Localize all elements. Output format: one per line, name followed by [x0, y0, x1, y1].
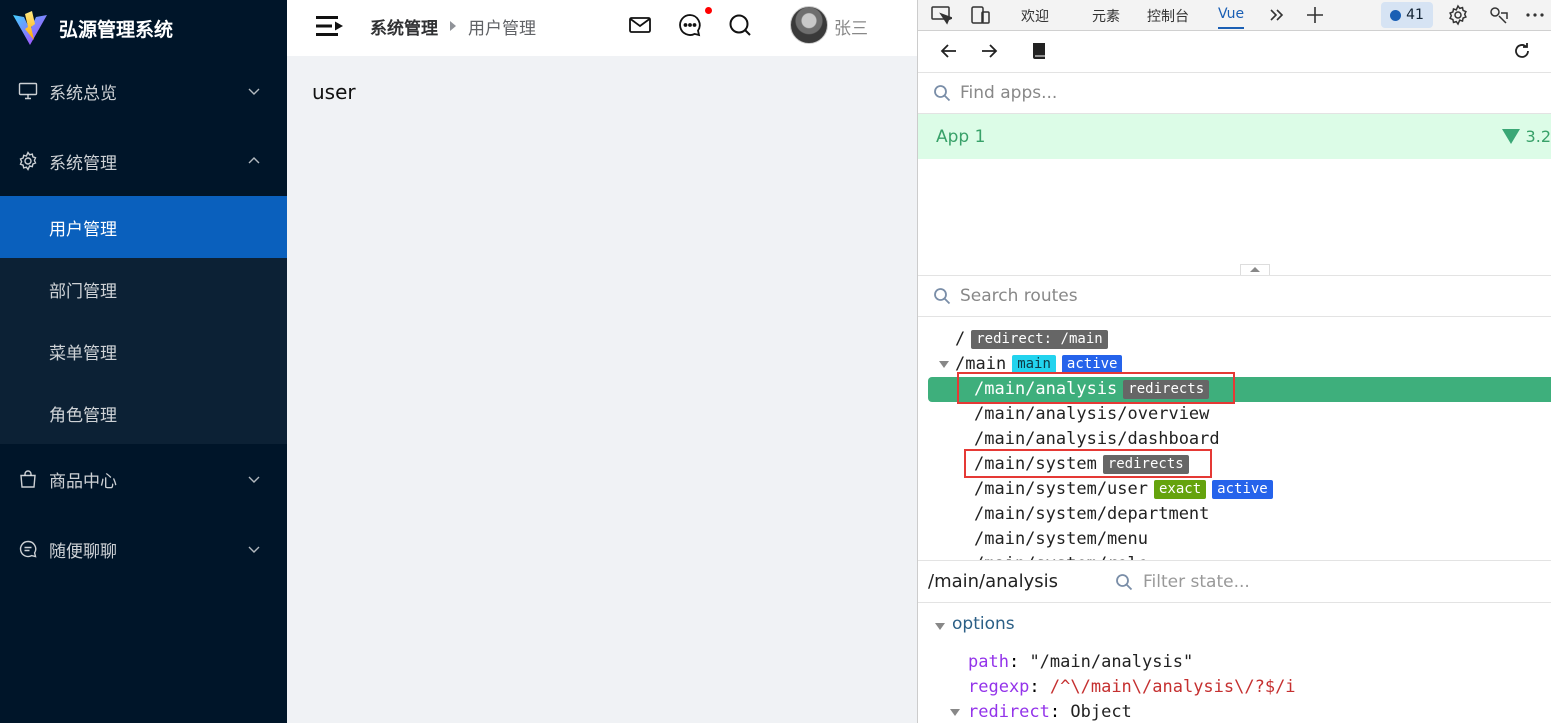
- menu-fold-icon[interactable]: [315, 13, 345, 39]
- refresh-icon[interactable]: [1512, 41, 1532, 61]
- notification-dot: [705, 7, 712, 14]
- message-icon: [1390, 9, 1402, 21]
- page-content: user: [312, 80, 356, 104]
- device-toggle-icon[interactable]: [970, 4, 992, 26]
- highlight-box: [957, 372, 1235, 404]
- menu-item-chat[interactable]: 随便聊聊: [0, 514, 287, 584]
- route-tag: redirect: /main: [971, 330, 1108, 349]
- state-section-title[interactable]: options: [952, 614, 1015, 634]
- app-name: App 1: [936, 126, 986, 147]
- avatar[interactable]: [790, 6, 828, 44]
- search-icon: [1116, 574, 1133, 591]
- route-row[interactable]: /main/system/menu: [974, 527, 1148, 552]
- tab-console[interactable]: 控制台: [1147, 6, 1189, 26]
- app-title: 弘源管理系统: [59, 18, 174, 41]
- search-routes-placeholder: Search routes: [960, 286, 1078, 306]
- route-row[interactable]: /main/analysis/overview: [974, 402, 1209, 427]
- sidebar: 弘源管理系统 系统总览 系统管理 用户管理 部门管理 菜单管理 角色管理 商品中…: [0, 0, 287, 723]
- chat-icon: [19, 540, 37, 558]
- caret-down-icon[interactable]: [935, 623, 945, 630]
- tab-elements[interactable]: 元素: [1092, 6, 1120, 26]
- split-area: [918, 159, 1551, 276]
- chat-bubble-icon[interactable]: [677, 12, 703, 38]
- state-row: regexp: /^\/main\/analysis\/?$/i: [968, 677, 1296, 697]
- menu-item-label: 系统总览: [49, 83, 117, 104]
- gear-icon: [19, 151, 37, 171]
- brand: 弘源管理系统: [0, 0, 287, 56]
- more-tabs-icon[interactable]: [1266, 4, 1288, 26]
- find-apps-placeholder: Find apps...: [960, 83, 1058, 103]
- breadcrumb-current: 用户管理: [468, 18, 536, 39]
- arrow-right-icon[interactable]: [979, 41, 999, 61]
- mail-icon[interactable]: [627, 12, 653, 38]
- book-icon[interactable]: [1029, 41, 1049, 61]
- tab-vue[interactable]: Vue: [1218, 6, 1245, 29]
- route-row[interactable]: /main/system/role: [974, 552, 1148, 560]
- breadcrumb-separator-icon: [450, 21, 456, 31]
- breadcrumb-item[interactable]: 系统管理: [370, 14, 438, 39]
- app-row[interactable]: App 1 3.2: [918, 114, 1551, 159]
- state-inspector: options path: "/main/analysis" regexp: /…: [918, 603, 1551, 723]
- search-icon: [934, 288, 951, 305]
- selected-route-title: /main/analysis: [928, 571, 1058, 592]
- state-row[interactable]: redirect: Object: [968, 702, 1132, 722]
- sub-item-department[interactable]: 部门管理: [0, 258, 287, 320]
- route-tag: exact: [1154, 480, 1207, 499]
- breadcrumb: 系统管理 用户管理: [370, 0, 536, 52]
- caret-down-icon[interactable]: [950, 709, 960, 716]
- highlight-box: [964, 449, 1212, 478]
- devtools-tabbar: 欢迎 元素 控制台 Vue 41: [918, 0, 1551, 31]
- filter-state-input[interactable]: Filter state...: [1115, 572, 1250, 592]
- inspect-element-icon[interactable]: [930, 4, 952, 26]
- route-row[interactable]: / redirect: /main: [955, 327, 1108, 352]
- app-version: 3.2: [1501, 127, 1551, 146]
- user-name[interactable]: 张三: [834, 14, 868, 39]
- menu-item-overview[interactable]: 系统总览: [0, 56, 287, 126]
- menu-item-label: 随便聊聊: [49, 541, 117, 562]
- chevron-down-icon: [248, 88, 260, 95]
- search-routes-input[interactable]: Search routes: [918, 276, 1551, 317]
- sub-item-role[interactable]: 角色管理: [0, 382, 287, 444]
- search-icon: [934, 85, 951, 102]
- add-tab-icon[interactable]: [1304, 4, 1326, 26]
- chevron-down-icon: [248, 546, 260, 553]
- search-icon[interactable]: [727, 12, 753, 38]
- chevron-up-icon: [248, 157, 260, 164]
- route-row[interactable]: /main/system/user exact active: [974, 477, 1273, 502]
- shopping-bag-icon: [20, 470, 36, 488]
- customize-icon[interactable]: [1487, 4, 1509, 26]
- sub-item-menu[interactable]: 菜单管理: [0, 320, 287, 382]
- menu-item-label: 系统管理: [49, 153, 117, 174]
- vite-logo-icon: [13, 11, 47, 45]
- route-row[interactable]: /main/system/department: [974, 502, 1209, 527]
- menu-item-label: 商品中心: [49, 471, 117, 492]
- devtools-nav: [918, 31, 1551, 73]
- settings-gear-icon[interactable]: [1447, 4, 1469, 26]
- filter-state-placeholder: Filter state...: [1143, 572, 1250, 592]
- sub-item-user[interactable]: 用户管理: [0, 196, 287, 258]
- collapse-handle-icon[interactable]: [1240, 264, 1270, 275]
- monitor-icon: [18, 82, 38, 100]
- more-options-icon[interactable]: [1524, 4, 1546, 26]
- main-area: 系统管理 用户管理 张三 user: [287, 0, 917, 723]
- arrow-left-icon[interactable]: [939, 41, 959, 61]
- chevron-down-icon: [248, 476, 260, 483]
- state-toolbar: /main/analysis Filter state...: [918, 561, 1551, 603]
- vue-logo-icon: [1501, 129, 1520, 144]
- tab-welcome[interactable]: 欢迎: [1021, 6, 1049, 26]
- devtools-panel: 欢迎 元素 控制台 Vue 41 Find apps... App 1 3.2 …: [917, 0, 1551, 723]
- messages-badge[interactable]: 41: [1381, 2, 1433, 28]
- route-tag: active: [1212, 480, 1273, 499]
- state-row: path: "/main/analysis": [968, 652, 1194, 672]
- find-apps-input[interactable]: Find apps...: [918, 73, 1551, 114]
- caret-down-icon[interactable]: [939, 361, 949, 368]
- header: 系统管理 用户管理 张三: [287, 0, 917, 56]
- menu-item-system[interactable]: 系统管理: [0, 126, 287, 196]
- message-count: 41: [1406, 7, 1424, 23]
- submenu-system: 用户管理 部门管理 菜单管理 角色管理: [0, 196, 287, 444]
- menu-item-products[interactable]: 商品中心: [0, 444, 287, 514]
- routes-tree: / redirect: /main /main main active /mai…: [918, 317, 1551, 561]
